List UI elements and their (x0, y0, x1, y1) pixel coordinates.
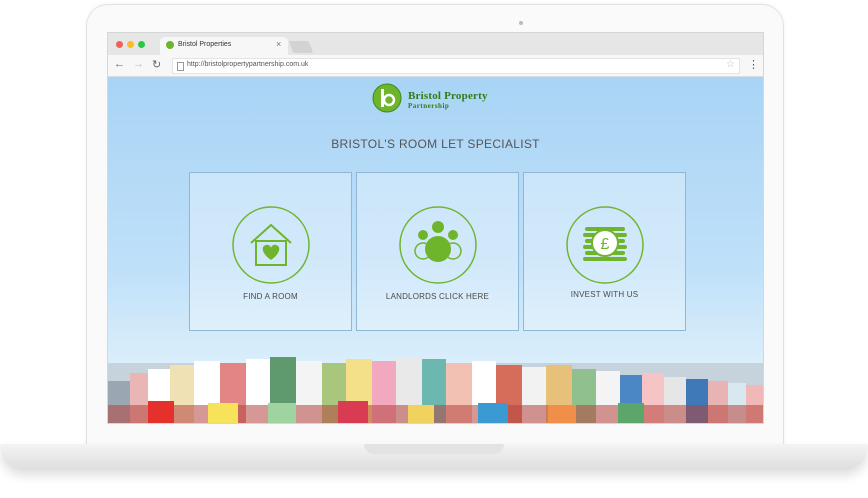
landlords-card[interactable]: LANDLORDS CLICK HERE (356, 172, 519, 331)
laptop-notch (364, 444, 504, 454)
browser-window: Bristol Properties × ← → ↻ http://bristo… (107, 32, 764, 424)
reload-icon[interactable]: ↻ (152, 58, 161, 71)
site-logo[interactable]: Bristol Property Partnership (372, 83, 512, 117)
tab-title: Bristol Properties (178, 41, 232, 48)
landlords-label: LANDLORDS CLICK HERE (385, 292, 490, 301)
address-bar-row: ← → ↻ http://bristolpropertypartnership.… (108, 55, 763, 77)
terraced-houses-banner (108, 357, 763, 423)
invest-card[interactable]: £ INVEST WITH US (523, 172, 686, 331)
kebab-menu-icon[interactable]: ⋮ (748, 58, 759, 71)
favicon-icon (166, 41, 174, 49)
arrow-left-icon[interactable]: ← (114, 58, 125, 70)
page-icon (177, 62, 184, 71)
close-window-button[interactable] (116, 41, 123, 48)
tab-bristol-properties[interactable]: Bristol Properties × (160, 37, 288, 55)
camera-icon (519, 21, 523, 25)
pound-coins-icon: £ (566, 206, 644, 284)
people-group-icon (399, 206, 477, 284)
find-a-room-label: FIND A ROOM (243, 292, 298, 301)
page-viewport: Bristol Property Partnership BRISTOL'S R… (108, 77, 763, 423)
maximize-window-button[interactable] (138, 41, 145, 48)
url-text: http://bristolpropertypartnership.com.uk (187, 61, 309, 68)
arrow-right-icon[interactable]: → (133, 58, 144, 70)
find-a-room-card[interactable]: FIND A ROOM (189, 172, 352, 331)
minimize-window-button[interactable] (127, 41, 134, 48)
url-input[interactable]: http://bristolpropertypartnership.com.uk… (172, 58, 740, 74)
logo-mark-icon (372, 83, 402, 113)
invest-label: INVEST WITH US (570, 290, 639, 299)
logo-name: Bristol Property (408, 90, 488, 102)
logo-subtitle: Partnership (408, 102, 450, 110)
house-heart-icon (232, 206, 310, 284)
tab-bar: Bristol Properties × (108, 33, 763, 55)
star-icon[interactable]: ☆ (726, 59, 735, 70)
svg-text:£: £ (601, 236, 610, 253)
page-headline: BRISTOL'S ROOM LET SPECIALIST (331, 137, 540, 151)
tab-close-icon[interactable]: × (276, 39, 281, 49)
new-tab-button[interactable] (288, 41, 314, 53)
